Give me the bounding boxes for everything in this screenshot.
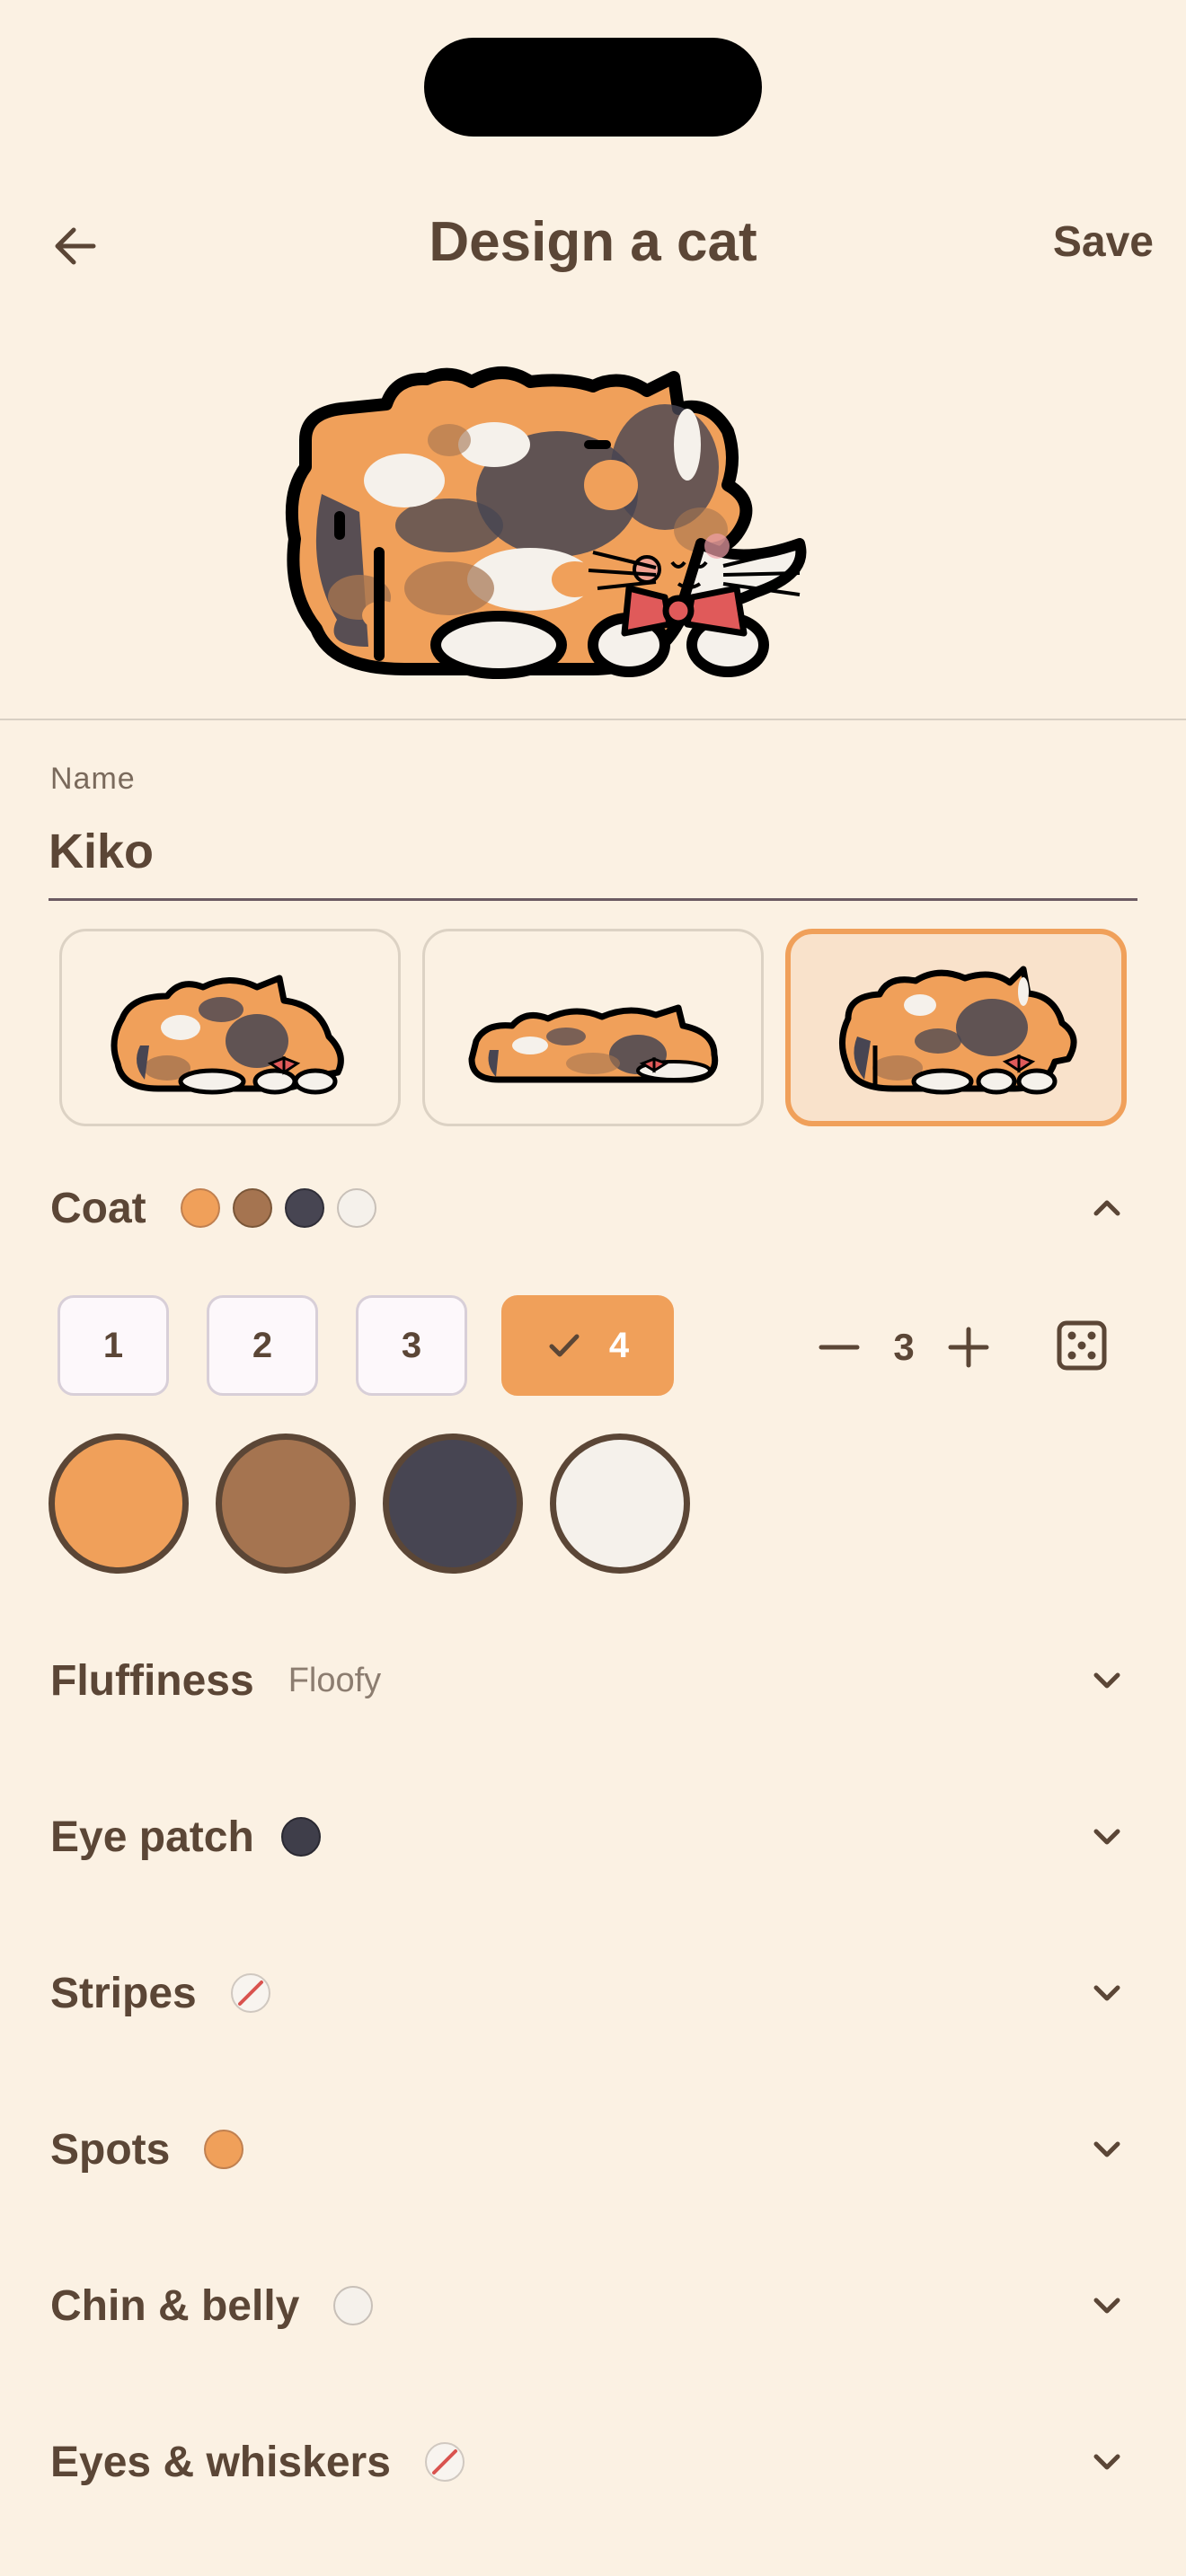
minus-button[interactable]	[814, 1322, 864, 1372]
check-icon	[549, 1334, 580, 1357]
minus-icon	[819, 1345, 860, 1350]
eye-patch-section-header[interactable]: Eye patch	[0, 1778, 1186, 1895]
fluffiness-section-header[interactable]: Fluffiness Floofy	[0, 1622, 1186, 1739]
name-label: Name	[50, 762, 136, 796]
coat-color-3-charcoal[interactable]	[383, 1434, 523, 1574]
coat-section-header[interactable]: Coat	[0, 1150, 1186, 1266]
coat-section-title: Coat	[50, 1184, 146, 1232]
plus-icon	[948, 1327, 989, 1368]
eye-patch-swatch	[280, 1817, 321, 1857]
chevron-up-icon[interactable]	[1085, 1187, 1128, 1230]
chin-belly-section-title: Chin & belly	[50, 2281, 300, 2330]
chevron-down-icon[interactable]	[1085, 2128, 1128, 2171]
eye-patch-section-title: Eye patch	[50, 1813, 254, 1861]
spots-section-header[interactable]: Spots	[0, 2091, 1186, 2208]
chin-belly-section-header[interactable]: Chin & belly	[0, 2247, 1186, 2364]
dice-icon	[1057, 1320, 1107, 1371]
coat-swatch-brown	[232, 1188, 272, 1228]
coat-count-2[interactable]: 2	[207, 1295, 318, 1396]
fluffiness-value: Floofy	[288, 1661, 382, 1699]
page-title: Design a cat	[429, 211, 757, 273]
eyes-whiskers-section-header[interactable]: Eyes & whiskers	[0, 2404, 1186, 2520]
no-color-icon	[423, 2440, 466, 2483]
coat-count-4[interactable]: 4	[501, 1295, 674, 1396]
chevron-down-icon[interactable]	[1085, 2440, 1128, 2483]
coat-swatch-charcoal	[284, 1188, 324, 1228]
cat-preview-illustration	[285, 366, 807, 679]
chevron-down-icon[interactable]	[1085, 1815, 1128, 1858]
chevron-down-icon[interactable]	[1085, 1659, 1128, 1702]
coat-stepper: 3	[814, 1297, 994, 1398]
fluffiness-section-title: Fluffiness	[50, 1656, 254, 1705]
spots-section-title: Spots	[50, 2125, 171, 2174]
name-underline	[49, 898, 1137, 901]
coat-color-summary	[180, 1188, 376, 1228]
stepper-value: 3	[893, 1326, 915, 1368]
plus-button[interactable]	[943, 1322, 994, 1372]
chevron-down-icon[interactable]	[1085, 1972, 1128, 2015]
coat-count-1[interactable]: 1	[58, 1295, 169, 1396]
pose-option-3[interactable]	[785, 929, 1127, 1126]
cat-pose-lying-thumbnail	[468, 1004, 719, 1083]
eyes-whiskers-section-title: Eyes & whiskers	[50, 2438, 391, 2486]
preview-divider	[0, 719, 1186, 720]
coat-swatch-white	[336, 1188, 376, 1228]
coat-color-4-white[interactable]	[550, 1434, 690, 1574]
chevron-down-icon[interactable]	[1085, 2284, 1128, 2327]
coat-color-2-brown[interactable]	[216, 1434, 356, 1574]
spots-swatch	[204, 2130, 244, 2169]
coat-color-1-orange[interactable]	[49, 1434, 189, 1574]
save-button[interactable]: Save	[1053, 214, 1154, 271]
chin-belly-swatch	[333, 2286, 374, 2325]
pose-option-1[interactable]	[59, 929, 401, 1126]
no-color-icon	[229, 1972, 272, 2015]
cat-pose-sitting-thumbnail	[111, 975, 344, 1095]
randomize-button[interactable]	[1055, 1319, 1109, 1372]
stripes-section-title: Stripes	[50, 1969, 197, 2017]
coat-count-4-label: 4	[608, 1325, 630, 1365]
camera-island	[424, 38, 762, 137]
cat-pose-loaf-thumbnail	[839, 966, 1077, 1095]
pose-option-2[interactable]	[422, 929, 764, 1126]
name-input[interactable]	[49, 808, 1136, 895]
coat-count-3[interactable]: 3	[356, 1295, 467, 1396]
stripes-section-header[interactable]: Stripes	[0, 1935, 1186, 2051]
coat-swatch-orange	[180, 1188, 220, 1228]
